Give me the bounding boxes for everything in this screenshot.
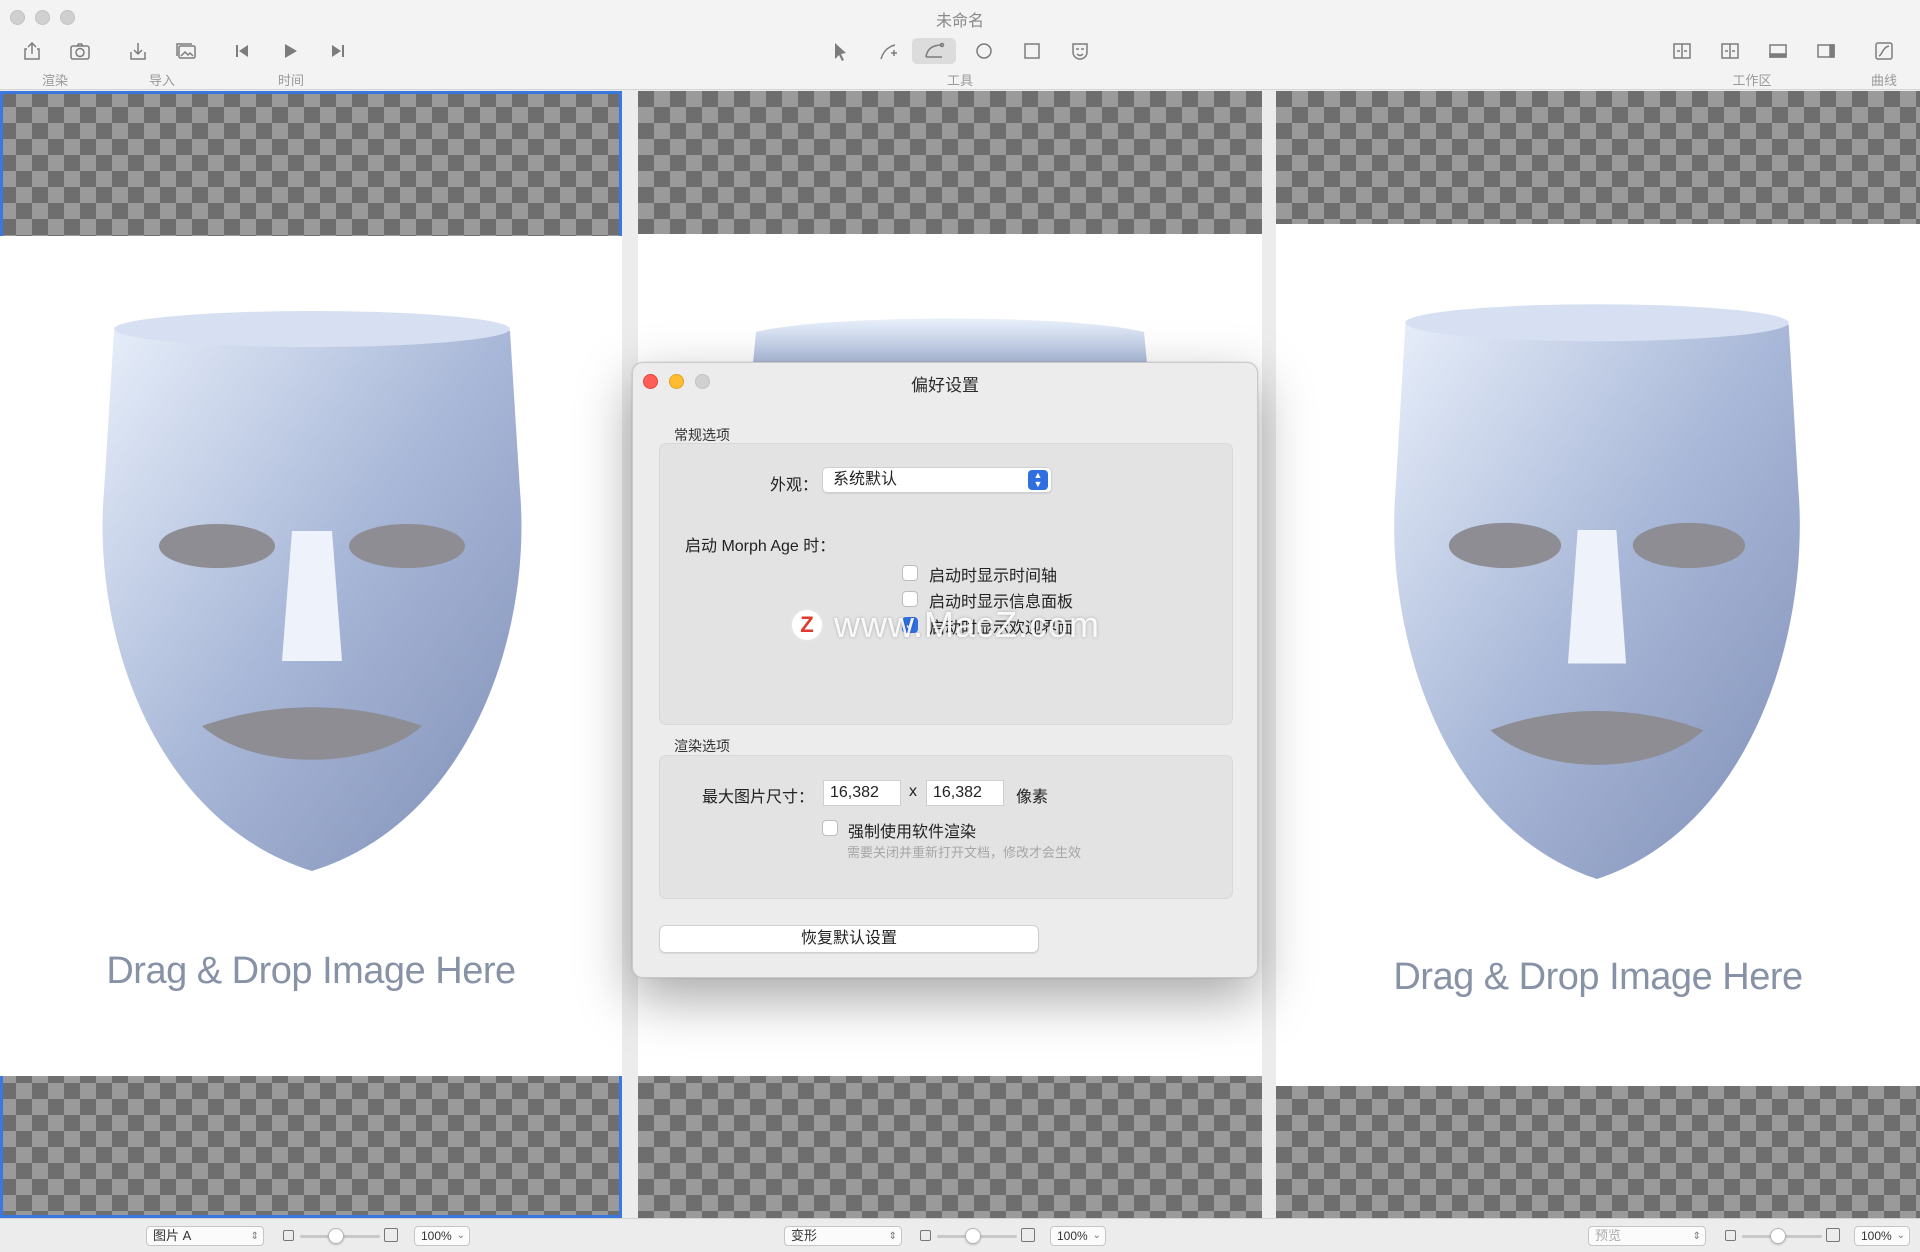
preview-select[interactable]: 预览 ⇕	[1588, 1226, 1706, 1246]
zoom-select-center[interactable]: 100% ⌄	[1050, 1226, 1106, 1246]
chevron-down-icon: ⌄	[1092, 1230, 1101, 1241]
chevron-updown-icon: ⇕	[250, 1231, 259, 1242]
drop-zone-label-preview: Drag & Drop Image Here	[1393, 956, 1803, 998]
skip-forward-icon[interactable]	[324, 38, 352, 64]
zoom-select-right[interactable]: 100% ⌄	[1854, 1226, 1910, 1246]
face-mask-preview-image	[1394, 304, 1800, 879]
chevron-updown-icon: ⇕	[888, 1231, 897, 1242]
chevron-updown-icon: ⇕	[1692, 1231, 1701, 1242]
max-width-input[interactable]: 16,382	[823, 780, 901, 806]
zoom-out-icon[interactable]	[1725, 1230, 1736, 1241]
slider-knob[interactable]	[1770, 1228, 1786, 1244]
chevron-down-icon: ⌄	[1896, 1230, 1905, 1241]
preview-select-value: 预览	[1595, 1228, 1622, 1243]
pointer-icon[interactable]	[826, 38, 854, 64]
app-window: 未命名 渲染 导入 时间 工具 工作区 曲线 Drag & Drop Image…	[0, 0, 1920, 1252]
status-bar: 图片 A ⇕ 100% ⌄ 变形 ⇕ 100% ⌄ 预览 ⇕ 100% ⌄	[0, 1218, 1920, 1252]
image-select-value: 图片 A	[153, 1228, 192, 1243]
image-a-canvas[interactable]: Drag & Drop Image Here	[0, 236, 622, 1076]
curves-icon[interactable]	[1870, 38, 1898, 64]
chevron-updown-icon: ▲ ▼	[1028, 470, 1048, 490]
toolbar-label-tools: 工具	[946, 73, 974, 88]
force-software-render-label: 强制使用软件渲染	[848, 824, 977, 841]
zoom-out-icon[interactable]	[283, 1230, 294, 1241]
toolbar-label-time: 时间	[277, 73, 305, 88]
image-select[interactable]: 图片 A ⇕	[146, 1226, 264, 1246]
toolbar: 未命名 渲染 导入 时间 工具 工作区 曲线	[0, 0, 1920, 90]
curve-tool-icon[interactable]	[912, 38, 956, 64]
watermark-text: www.MacZ.com	[834, 604, 1101, 645]
watermark: Z www.MacZ.com	[790, 604, 1100, 646]
show-timeline-label: 启动时显示时间轴	[929, 568, 1058, 585]
image-icon[interactable]	[172, 38, 200, 64]
zoom-value: 100%	[1861, 1229, 1892, 1243]
face-mask-icon[interactable]	[1066, 38, 1094, 64]
share-icon[interactable]	[18, 38, 46, 64]
image-a-panel[interactable]: Drag & Drop Image Here	[0, 91, 622, 1218]
preferences-dialog: 偏好设置 常规选项 外观： 系统默认 ▲ ▼ 启动 Morph Age 时： 启动…	[632, 362, 1258, 978]
zoom-in-icon[interactable]	[384, 1228, 398, 1242]
pixel-unit-label: 像素	[1016, 789, 1049, 806]
force-software-render-checkbox[interactable]	[822, 820, 838, 836]
morph-select-value: 变形	[791, 1228, 818, 1243]
layout-collapse-icon[interactable]	[1716, 38, 1744, 64]
render-section-title: 渲染选项	[674, 738, 730, 754]
preview-panel[interactable]: Drag & Drop Image Here	[1276, 91, 1920, 1218]
max-size-label: 最大图片尺寸：	[702, 789, 815, 806]
toolbar-label-curves: 曲线	[1870, 73, 1898, 88]
chevron-down-icon: ⌄	[456, 1230, 465, 1241]
zoom-in-icon[interactable]	[1826, 1228, 1840, 1242]
zoom-slider-right[interactable]	[1742, 1228, 1822, 1244]
zoom-select-left[interactable]: 100% ⌄	[414, 1226, 470, 1246]
general-section-title: 常规选项	[674, 427, 730, 443]
pen-add-icon[interactable]	[874, 38, 902, 64]
max-height-input[interactable]: 16,382	[926, 780, 1004, 806]
watermark-logo: Z	[790, 608, 824, 642]
right-panel-icon[interactable]	[1812, 38, 1840, 64]
zoom-out-icon[interactable]	[920, 1230, 931, 1241]
appearance-value: 系统默认	[833, 471, 898, 488]
window-title: 未命名	[935, 13, 984, 30]
zoom-slider-left[interactable]	[300, 1228, 380, 1244]
preview-canvas[interactable]: Drag & Drop Image Here	[1276, 224, 1920, 1086]
face-mask-placeholder-image	[102, 311, 522, 871]
play-icon[interactable]	[276, 38, 304, 64]
dialog-title: 偏好设置	[911, 376, 979, 395]
toolbar-label-workspace: 工作区	[1732, 73, 1772, 88]
slider-knob[interactable]	[965, 1228, 981, 1244]
layout-expand-icon[interactable]	[1668, 38, 1696, 64]
circle-tool-icon[interactable]	[970, 38, 998, 64]
import-icon[interactable]	[124, 38, 152, 64]
toolbar-label-render: 渲染	[41, 73, 69, 88]
restore-defaults-button[interactable]: 恢复默认设置	[659, 925, 1039, 953]
camera-icon[interactable]	[66, 38, 94, 64]
appearance-popup[interactable]: 系统默认 ▲ ▼	[822, 467, 1052, 493]
drop-zone-label: Drag & Drop Image Here	[106, 950, 516, 992]
toolbar-label-import: 导入	[148, 73, 176, 88]
on-launch-label: 启动 Morph Age 时：	[685, 538, 836, 555]
zoom-value: 100%	[1057, 1229, 1088, 1243]
force-software-render-hint: 需要关闭并重新打开文档，修改才会生效	[847, 845, 1082, 860]
rectangle-tool-icon[interactable]	[1018, 38, 1046, 64]
zoom-slider-center[interactable]	[937, 1228, 1017, 1244]
size-separator: x	[909, 783, 917, 800]
show-timeline-checkbox[interactable]	[902, 565, 918, 581]
appearance-label: 外观：	[770, 477, 819, 494]
zoom-in-icon[interactable]	[1021, 1228, 1035, 1242]
morph-select[interactable]: 变形 ⇕	[784, 1226, 902, 1246]
zoom-value: 100%	[421, 1229, 452, 1243]
slider-knob[interactable]	[328, 1228, 344, 1244]
skip-back-icon[interactable]	[228, 38, 256, 64]
bottom-panel-icon[interactable]	[1764, 38, 1792, 64]
